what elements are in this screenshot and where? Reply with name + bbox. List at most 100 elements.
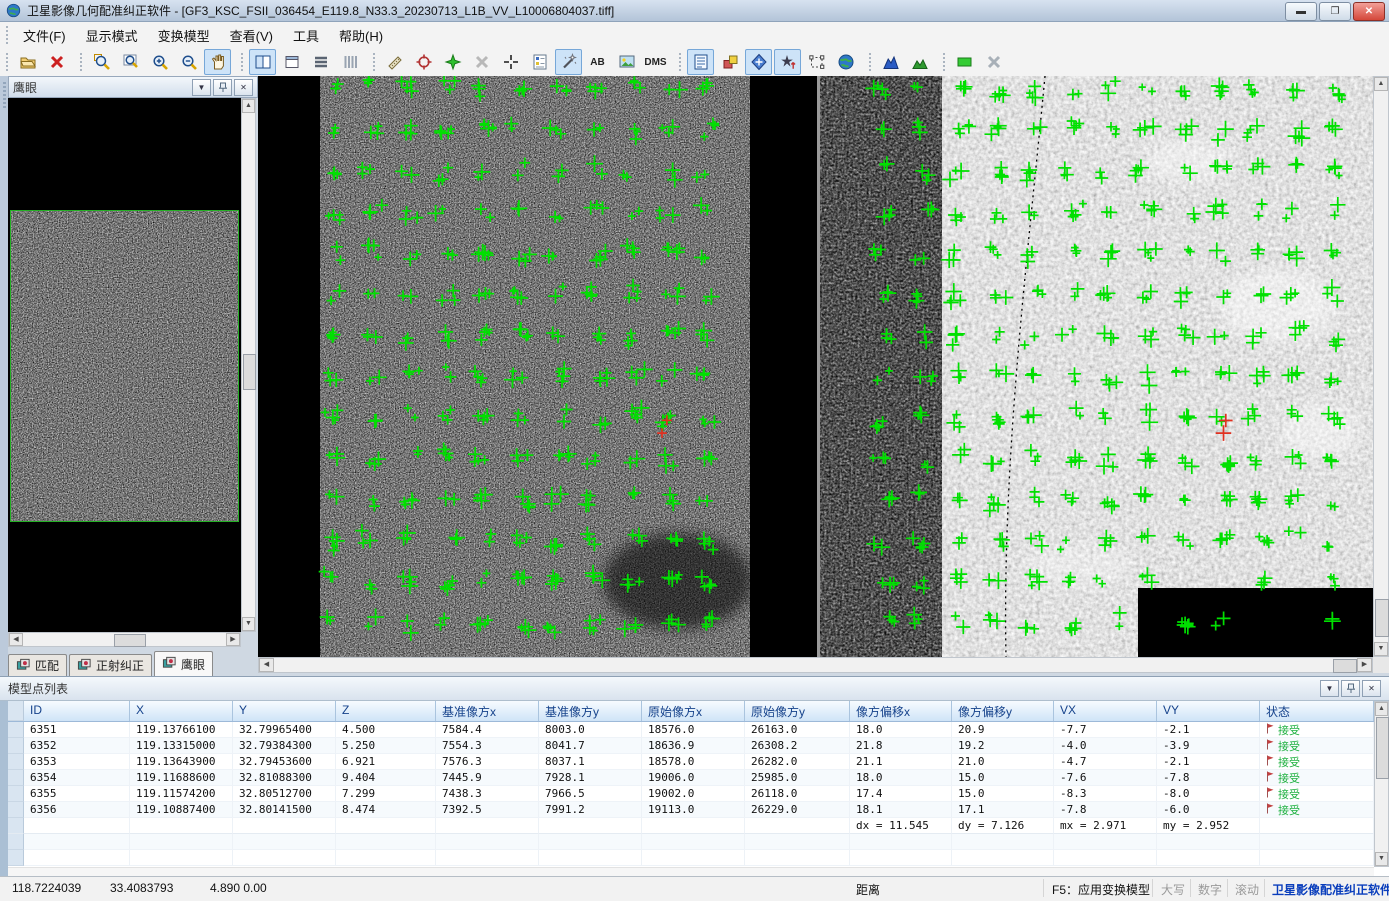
menu-item-2[interactable]: 显示模式 — [76, 22, 148, 49]
view-splitter[interactable] — [817, 76, 820, 657]
viewer-hscrollbar[interactable]: ◀ ▶ — [258, 657, 1373, 673]
diamond-flag-button[interactable] — [745, 49, 772, 75]
split-two-pane-button[interactable] — [249, 49, 276, 75]
overview-vscrollbar[interactable]: ▲ ▼ — [241, 98, 256, 632]
status-cell[interactable]: 接受 — [1260, 738, 1374, 754]
menu-item-5[interactable]: 工具 — [283, 22, 329, 49]
column-header-10[interactable]: 像方偏移y — [952, 701, 1054, 721]
column-header-1[interactable]: ID — [24, 701, 130, 721]
magic-wand-button[interactable] — [555, 49, 582, 75]
scroll-up-icon[interactable]: ▲ — [1374, 77, 1388, 91]
status-cell[interactable]: 接受 — [1260, 802, 1374, 818]
panel-pin-icon[interactable] — [213, 79, 232, 96]
scroll-right-icon[interactable]: ▶ — [1357, 658, 1372, 672]
scroll-left-icon[interactable]: ◀ — [259, 658, 274, 672]
color-blocks-button[interactable] — [716, 49, 743, 75]
scroll-right-icon[interactable]: ▶ — [226, 633, 240, 646]
close-button[interactable]: ✕ — [1353, 2, 1385, 21]
column-header-7[interactable]: 原始像方x — [642, 701, 745, 721]
scroll-down-icon[interactable]: ▼ — [1375, 852, 1388, 866]
zoom-out-button[interactable] — [175, 49, 202, 75]
view-tab-2[interactable]: 正射纠正 — [69, 654, 152, 676]
menu-item-4[interactable]: 查看(V) — [220, 22, 283, 49]
histogram-blue-button[interactable] — [877, 49, 904, 75]
status-cell[interactable]: 接受 — [1260, 722, 1374, 738]
column-header-4[interactable]: Z — [336, 701, 436, 721]
column-header-3[interactable]: Y — [233, 701, 336, 721]
flight-route-button[interactable] — [774, 49, 801, 75]
scroll-up-icon[interactable]: ▲ — [1375, 702, 1388, 716]
viewer-vscroll-thumb[interactable] — [1375, 599, 1389, 637]
status-cell[interactable]: 接受 — [1260, 786, 1374, 802]
panel-dropdown-icon[interactable]: ▼ — [1320, 680, 1339, 697]
table-row[interactable]: 6355119.1157420032.805127007.2997438.379… — [8, 786, 1374, 802]
zoom-in-button[interactable] — [146, 49, 173, 75]
image-viewer[interactable] — [258, 76, 1373, 657]
pan-hand-button[interactable] — [204, 49, 231, 75]
zoom-window-button[interactable] — [117, 49, 144, 75]
overview-hscroll-thumb[interactable] — [114, 634, 146, 647]
overview-hscrollbar[interactable]: ◀ ▶ — [8, 632, 241, 647]
table-row[interactable]: 6354119.1168860032.810883009.4047445.979… — [8, 770, 1374, 786]
zoom-region-button[interactable] — [88, 49, 115, 75]
table-vscrollbar[interactable]: ▲ ▼ — [1374, 701, 1389, 867]
column-header-13[interactable]: 状态 — [1260, 701, 1374, 721]
column-header-11[interactable]: VX — [1054, 701, 1157, 721]
close-gray-button[interactable] — [980, 49, 1007, 75]
panel-close-icon[interactable]: ✕ — [1362, 680, 1381, 697]
delete-gray-button[interactable] — [468, 49, 495, 75]
column-header-12[interactable]: VY — [1157, 701, 1260, 721]
table-row[interactable]: 6352119.1331500032.793843005.2507554.380… — [8, 738, 1374, 754]
transform-box-button[interactable] — [803, 49, 830, 75]
table-vscroll-thumb[interactable] — [1376, 717, 1389, 779]
terrain-green-button[interactable] — [906, 49, 933, 75]
overview-canvas[interactable] — [8, 98, 241, 632]
viewer-hscroll-thumb[interactable] — [1333, 659, 1357, 673]
column-header-9[interactable]: 像方偏移x — [850, 701, 952, 721]
globe-button[interactable] — [832, 49, 859, 75]
image-view-button[interactable] — [613, 49, 640, 75]
crosshair-button[interactable] — [497, 49, 524, 75]
target-point-button[interactable] — [410, 49, 437, 75]
status-cell[interactable]: 接受 — [1260, 770, 1374, 786]
status-cell[interactable]: 接受 — [1260, 754, 1374, 770]
viewer-vscrollbar[interactable]: ▲ ▼ — [1373, 76, 1389, 657]
table-row[interactable]: 6356119.1088740032.801415008.4747392.579… — [8, 802, 1374, 818]
view-tab-3[interactable]: 鹰眼 — [154, 651, 213, 676]
attribute-list-button[interactable] — [687, 49, 714, 75]
panel-pin-icon[interactable] — [1341, 680, 1360, 697]
tile-horizontal-button[interactable] — [307, 49, 334, 75]
scroll-up-icon[interactable]: ▲ — [242, 99, 255, 113]
tile-vertical-button[interactable] — [336, 49, 363, 75]
add-point-ruler-button[interactable] — [381, 49, 408, 75]
menu-item-1[interactable]: 文件(F) — [13, 22, 76, 49]
green-rect-button[interactable] — [951, 49, 978, 75]
menu-item-3[interactable]: 变换模型 — [148, 22, 220, 49]
menu-item-6[interactable]: 帮助(H) — [329, 22, 393, 49]
column-header-6[interactable]: 基准像方y — [539, 701, 642, 721]
view-tab-1[interactable]: 匹配 — [8, 654, 67, 676]
column-header-2[interactable]: X — [130, 701, 233, 721]
cell: 26308.2 — [745, 738, 850, 754]
table-row[interactable]: 6353119.1364390032.794536006.9217576.380… — [8, 754, 1374, 770]
column-header-8[interactable]: 原始像方y — [745, 701, 850, 721]
delete-red-button[interactable] — [43, 49, 70, 75]
single-window-button[interactable] — [278, 49, 305, 75]
star-move-button[interactable] — [439, 49, 466, 75]
point-list-button[interactable] — [526, 49, 553, 75]
overview-thumbnail[interactable] — [10, 210, 239, 522]
open-file-button[interactable] — [14, 49, 41, 75]
panel-dropdown-icon[interactable]: ▼ — [192, 79, 211, 96]
scroll-down-icon[interactable]: ▼ — [1374, 642, 1388, 656]
overview-vscroll-thumb[interactable] — [243, 354, 256, 390]
ab-label-button[interactable]: AB — [584, 49, 611, 75]
scroll-left-icon[interactable]: ◀ — [9, 633, 23, 646]
image-compare-canvas[interactable] — [258, 76, 1373, 657]
scroll-down-icon[interactable]: ▼ — [242, 617, 255, 631]
dms-label-button[interactable]: DMS — [642, 49, 669, 75]
table-row[interactable]: 6351119.1376610032.799654004.5007584.480… — [8, 722, 1374, 738]
minimize-button[interactable]: ▬ — [1285, 2, 1317, 21]
restore-button[interactable]: ❐ — [1319, 2, 1351, 21]
panel-close-icon[interactable]: ✕ — [234, 79, 253, 96]
column-header-5[interactable]: 基准像方x — [436, 701, 539, 721]
